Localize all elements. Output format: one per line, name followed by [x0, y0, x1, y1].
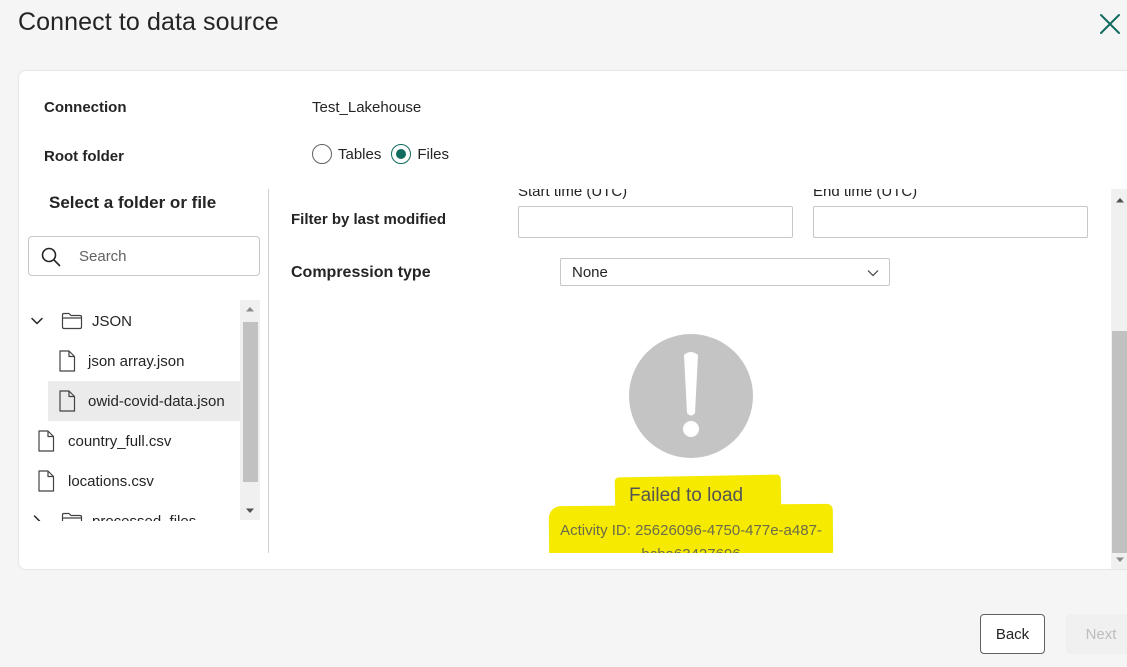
search-box[interactable]: [28, 236, 260, 276]
end-time-label: End time (UTC): [813, 189, 918, 200]
folder-tree: JSON json array.json owid-covid-data.jso…: [19, 301, 241, 521]
folder-browser-heading: Select a folder or file: [49, 193, 217, 212]
tree-item-json-folder[interactable]: JSON: [29, 301, 239, 341]
compression-type-label: Compression type: [291, 264, 431, 281]
next-button[interactable]: Next: [1066, 614, 1127, 654]
preview-pane: Start time (UTC) End time (UTC) Filter b…: [270, 189, 1127, 553]
tree-item-json-array-file[interactable]: json array.json: [48, 341, 241, 381]
scroll-up-arrow-icon[interactable]: [240, 300, 260, 318]
error-activity-line-2: bcba63427696: [550, 543, 832, 553]
compression-type-value: None: [572, 264, 608, 281]
close-button[interactable]: [1096, 10, 1124, 38]
filter-last-modified-label: Filter by last modified: [291, 211, 447, 228]
error-title: Failed to load: [629, 485, 744, 506]
chevron-right-icon[interactable]: [29, 513, 45, 521]
tree-item-label: country_full.csv: [68, 432, 172, 450]
tree-scrollbar-thumb[interactable]: [243, 322, 258, 482]
error-exclamation-icon: [629, 334, 753, 458]
back-button[interactable]: Back: [980, 614, 1045, 654]
connection-value: Test_Lakehouse: [312, 99, 422, 116]
root-folder-radio-group: Tables Files: [312, 144, 459, 164]
tree-item-country-full-file[interactable]: country_full.csv: [37, 421, 241, 461]
error-activity-id: Activity ID: 25626096-4750-477e-a487- bc…: [550, 519, 832, 553]
tree-item-label: json array.json: [88, 352, 185, 370]
folder-icon: [61, 512, 83, 521]
folder-browser-pane: Select a folder or file JSON: [19, 189, 269, 553]
scroll-up-arrow-icon[interactable]: [1111, 191, 1127, 209]
scroll-down-arrow-icon[interactable]: [240, 502, 260, 520]
radio-files-circle[interactable]: [391, 144, 412, 164]
preview-scrollbar[interactable]: [1111, 189, 1127, 569]
tree-item-label: JSON: [92, 312, 133, 330]
start-time-label: Start time (UTC): [518, 189, 628, 200]
folder-icon: [61, 312, 83, 330]
error-activity-line-1: Activity ID: 25626096-4750-477e-a487-: [560, 522, 822, 539]
search-input[interactable]: [79, 245, 249, 267]
file-icon: [38, 470, 55, 492]
compression-type-select[interactable]: None: [560, 258, 890, 286]
radio-files-label: Files: [417, 145, 450, 163]
file-icon: [59, 350, 76, 372]
radio-tables[interactable]: Tables: [312, 144, 381, 164]
radio-tables-label: Tables: [338, 145, 382, 163]
search-icon: [41, 247, 61, 267]
chevron-down-icon[interactable]: [29, 313, 45, 329]
scroll-down-arrow-icon[interactable]: [1111, 551, 1127, 569]
tree-item-label: owid-covid-data.json: [88, 392, 225, 410]
radio-tables-circle[interactable]: [312, 144, 332, 164]
root-folder-label: Root folder: [44, 148, 124, 165]
end-time-input[interactable]: [813, 206, 1088, 238]
tree-item-locations-file[interactable]: locations.csv: [37, 461, 241, 501]
close-icon: [1100, 14, 1120, 34]
start-time-input[interactable]: [518, 206, 793, 238]
tree-item-processed-files-folder[interactable]: processed_files: [29, 501, 241, 521]
dialog-card: Connection Test_Lakehouse Root folder Ta…: [18, 70, 1127, 570]
file-icon: [38, 430, 55, 452]
dialog-title: Connect to data source: [18, 8, 279, 36]
radio-files[interactable]: Files: [391, 144, 449, 164]
file-icon: [59, 390, 76, 412]
tree-item-owid-covid-file[interactable]: owid-covid-data.json: [48, 381, 241, 421]
chevron-down-icon: [867, 270, 879, 277]
tree-scrollbar[interactable]: [240, 300, 260, 520]
tree-item-label: locations.csv: [68, 472, 154, 490]
tree-item-label: processed_files: [92, 512, 197, 522]
preview-scrollbar-thumb[interactable]: [1112, 331, 1127, 553]
connection-label: Connection: [44, 99, 127, 116]
